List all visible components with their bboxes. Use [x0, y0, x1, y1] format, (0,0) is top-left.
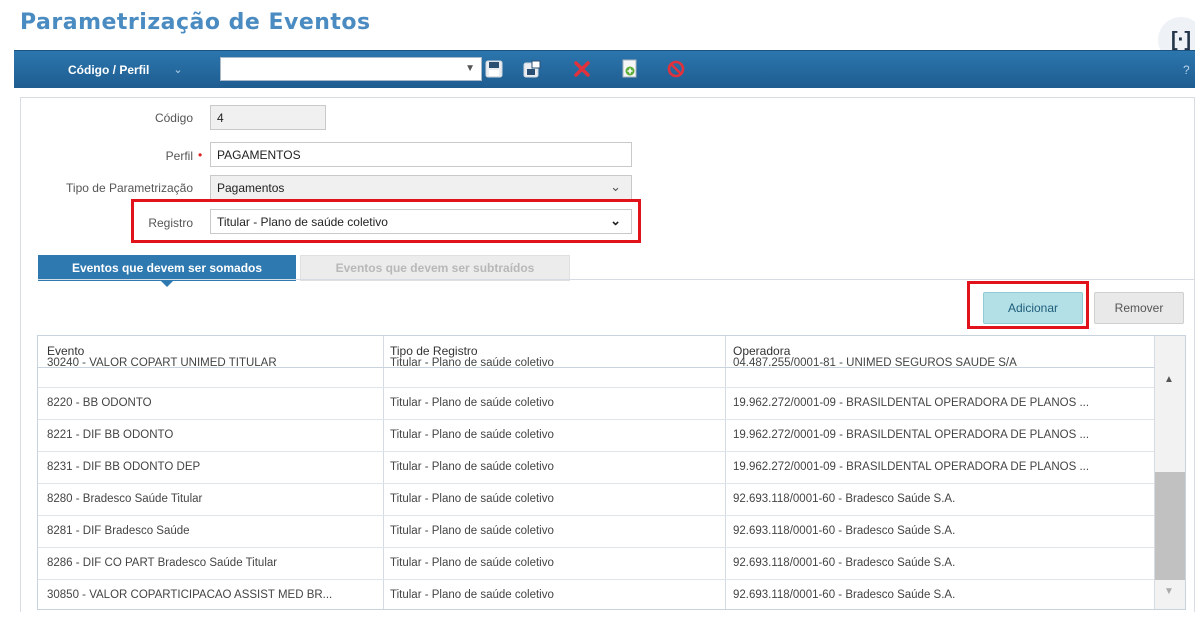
cell-operadora: 19.962.272/0001-09 - BRASILDENTAL OPERAD… — [733, 461, 1090, 473]
cell-evento: 8220 - BB ODONTO — [47, 397, 152, 409]
cell-tipo-registro: Titular - Plano de saúde coletivo — [390, 557, 554, 569]
grid-scrollbar[interactable]: ▲ ▼ — [1154, 336, 1185, 609]
cell-evento: 30850 - VALOR COPARTICIPACAO ASSIST MED … — [47, 589, 333, 601]
table-row[interactable]: 8286 - DIF CO PART Bradesco Saúde Titula… — [38, 548, 1154, 580]
table-row[interactable]: 30850 - VALOR COPARTICIPACAO ASSIST MED … — [38, 580, 1154, 609]
cell-operadora: 04.487.255/0001-81 - UNIMED SEGUROS SAUD… — [733, 357, 1017, 369]
adicionar-button[interactable]: Adicionar — [983, 292, 1083, 324]
tab-eventos-subtraidos[interactable]: Eventos que devem ser subtraídos — [300, 255, 570, 281]
cell-tipo-registro: Titular - Plano de saúde coletivo — [390, 429, 554, 441]
page-title: Parametrização de Eventos — [20, 10, 371, 35]
perfil-value: PAGAMENTOS — [217, 148, 301, 162]
cell-evento: 8286 - DIF CO PART Bradesco Saúde Titula… — [47, 557, 278, 569]
cell-operadora: 92.693.118/0001-60 - Bradesco Saúde S.A. — [733, 493, 956, 505]
cell-evento: 8231 - DIF BB ODONTO DEP — [47, 461, 201, 473]
code-profile-selector[interactable]: Código / Perfil ⌄ — [14, 51, 219, 88]
profile-search-combo[interactable]: ▼ — [220, 57, 482, 81]
save-as-icon[interactable] — [520, 57, 544, 81]
cell-operadora: 92.693.118/0001-60 - Bradesco Saúde S.A. — [733, 525, 956, 537]
scroll-up-icon[interactable]: ▲ — [1164, 374, 1174, 385]
scroll-thumb[interactable] — [1155, 472, 1185, 580]
perfil-field[interactable]: PAGAMENTOS — [210, 142, 632, 167]
cell-evento: 8280 - Bradesco Saúde Titular — [47, 493, 203, 505]
delete-icon[interactable] — [570, 57, 594, 81]
toolbar: Código / Perfil ⌄ ▼ — [14, 50, 1195, 88]
cell-tipo-registro: Titular - Plano de saúde coletivo — [390, 589, 554, 601]
cell-evento: 8221 - DIF BB ODONTO — [47, 429, 174, 441]
tab-divider — [38, 279, 1195, 280]
scroll-down-icon[interactable]: ▼ — [1164, 586, 1174, 597]
table-row[interactable]: 8281 - DIF Bradesco Saúde Titular - Plano… — [38, 516, 1154, 548]
save-icon[interactable] — [482, 57, 506, 81]
perfil-label: Perfil — [80, 149, 193, 163]
table-row[interactable]: 30240 - VALOR COPART UNIMED TITULAR Titul… — [38, 356, 1154, 388]
registro-label: Registro — [148, 216, 193, 230]
tipo-parametrizacao-value: Pagamentos — [217, 181, 285, 195]
codigo-value: 4 — [217, 111, 224, 125]
cancel-icon[interactable] — [664, 57, 688, 81]
tipo-parametrizacao-label: Tipo de Parametrização — [66, 181, 193, 195]
cell-operadora: 92.693.118/0001-60 - Bradesco Saúde S.A. — [733, 589, 956, 601]
cell-tipo-registro: Titular - Plano de saúde coletivo — [390, 397, 554, 409]
tab-eventos-somados-label: Eventos que devem ser somados — [71, 261, 263, 275]
codigo-field: 4 — [210, 105, 326, 130]
tab-eventos-subtraidos-label: Eventos que devem ser subtraídos — [335, 261, 535, 275]
help-icon[interactable]: ? — [1183, 63, 1190, 77]
cell-evento: 30240 - VALOR COPART UNIMED TITULAR — [47, 357, 277, 369]
required-marker: • — [198, 148, 203, 162]
table-row[interactable]: 8221 - DIF BB ODONTO Titular - Plano de s… — [38, 420, 1154, 452]
registro-value: Titular - Plano de saúde coletivo — [217, 215, 388, 229]
registro-select[interactable]: Titular - Plano de saúde coletivo ⌄ — [210, 209, 632, 234]
cell-evento: 8281 - DIF Bradesco Saúde — [47, 525, 190, 537]
events-grid: Evento Tipo de Registro Operadora 30240 … — [37, 335, 1186, 610]
cell-operadora: 19.962.272/0001-09 - BRASILDENTAL OPERAD… — [733, 397, 1090, 409]
code-profile-label: Código / Perfil — [68, 62, 150, 77]
cell-operadora: 92.693.118/0001-60 - Bradesco Saúde S.A. — [733, 557, 956, 569]
chevron-down-icon: ⌄ — [610, 213, 621, 228]
new-document-icon[interactable] — [618, 57, 642, 81]
perfil-label-text: Perfil — [165, 149, 193, 163]
chevron-down-icon: ⌄ — [610, 179, 621, 194]
cell-tipo-registro: Titular - Plano de saúde coletivo — [390, 461, 554, 473]
table-row[interactable]: 8220 - BB ODONTO Titular - Plano de saúde… — [38, 388, 1154, 420]
cell-operadora: 19.962.272/0001-09 - BRASILDENTAL OPERAD… — [733, 429, 1090, 441]
table-row[interactable]: 8280 - Bradesco Saúde Titular Titular - P… — [38, 484, 1154, 516]
dropdown-arrow-icon[interactable]: ▼ — [465, 63, 475, 74]
table-row[interactable]: 8231 - DIF BB ODONTO DEP Titular - Plano … — [38, 452, 1154, 484]
cell-tipo-registro: Titular - Plano de saúde coletivo — [390, 357, 554, 369]
tipo-parametrizacao-select[interactable]: Pagamentos ⌄ — [210, 175, 632, 200]
remover-button[interactable]: Remover — [1094, 292, 1184, 324]
codigo-label: Código — [154, 111, 193, 125]
cell-tipo-registro: Titular - Plano de saúde coletivo — [390, 525, 554, 537]
tab-eventos-somados[interactable]: Eventos que devem ser somados — [38, 255, 296, 287]
chevron-down-icon: ⌄ — [173, 64, 183, 76]
cell-tipo-registro: Titular - Plano de saúde coletivo — [390, 493, 554, 505]
